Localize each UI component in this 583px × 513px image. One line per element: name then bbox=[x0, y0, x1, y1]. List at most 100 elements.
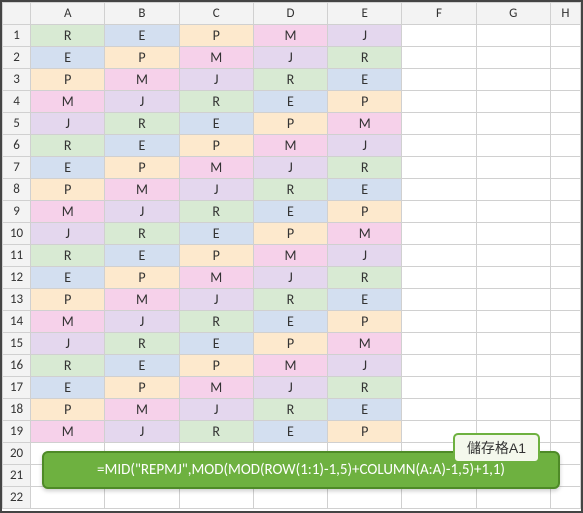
cell-H8[interactable] bbox=[550, 179, 580, 201]
cell-H15[interactable] bbox=[550, 333, 580, 355]
cell-H9[interactable] bbox=[550, 201, 580, 223]
cell-H10[interactable] bbox=[550, 223, 580, 245]
cell-E11[interactable]: J bbox=[328, 245, 402, 267]
cell-A19[interactable]: M bbox=[31, 421, 105, 443]
cell-G16[interactable] bbox=[476, 355, 550, 377]
row-header-22[interactable]: 22 bbox=[3, 487, 31, 509]
cell-C11[interactable]: P bbox=[179, 245, 253, 267]
row-header-8[interactable]: 8 bbox=[3, 179, 31, 201]
col-header-F[interactable]: F bbox=[402, 3, 476, 25]
cell-C3[interactable]: J bbox=[179, 69, 253, 91]
cell-D5[interactable]: P bbox=[253, 113, 327, 135]
col-header-H[interactable]: H bbox=[550, 3, 580, 25]
cell-B5[interactable]: R bbox=[105, 113, 179, 135]
cell-A9[interactable]: M bbox=[31, 201, 105, 223]
cell-G1[interactable] bbox=[476, 25, 550, 47]
cell-B9[interactable]: J bbox=[105, 201, 179, 223]
cell-A13[interactable]: P bbox=[31, 289, 105, 311]
cell-H1[interactable] bbox=[550, 25, 580, 47]
cell-A15[interactable]: J bbox=[31, 333, 105, 355]
cell-C9[interactable]: R bbox=[179, 201, 253, 223]
cell-F16[interactable] bbox=[402, 355, 476, 377]
cell-H5[interactable] bbox=[550, 113, 580, 135]
row-header-16[interactable]: 16 bbox=[3, 355, 31, 377]
cell-D15[interactable]: P bbox=[253, 333, 327, 355]
cell-E10[interactable]: M bbox=[328, 223, 402, 245]
cell-G5[interactable] bbox=[476, 113, 550, 135]
cell-F22[interactable] bbox=[402, 487, 476, 509]
cell-G15[interactable] bbox=[476, 333, 550, 355]
cell-C16[interactable]: P bbox=[179, 355, 253, 377]
cell-F8[interactable] bbox=[402, 179, 476, 201]
col-header-B[interactable]: B bbox=[105, 3, 179, 25]
cell-H3[interactable] bbox=[550, 69, 580, 91]
cell-D11[interactable]: M bbox=[253, 245, 327, 267]
cell-B12[interactable]: P bbox=[105, 267, 179, 289]
cell-C14[interactable]: R bbox=[179, 311, 253, 333]
cell-F17[interactable] bbox=[402, 377, 476, 399]
cell-H22[interactable] bbox=[550, 487, 580, 509]
col-header-A[interactable]: A bbox=[31, 3, 105, 25]
cell-F7[interactable] bbox=[402, 157, 476, 179]
cell-B14[interactable]: J bbox=[105, 311, 179, 333]
cell-G10[interactable] bbox=[476, 223, 550, 245]
cell-D6[interactable]: M bbox=[253, 135, 327, 157]
cell-B13[interactable]: M bbox=[105, 289, 179, 311]
row-header-18[interactable]: 18 bbox=[3, 399, 31, 421]
row-header-5[interactable]: 5 bbox=[3, 113, 31, 135]
cell-G2[interactable] bbox=[476, 47, 550, 69]
row-header-2[interactable]: 2 bbox=[3, 47, 31, 69]
cell-E4[interactable]: P bbox=[328, 91, 402, 113]
cell-D9[interactable]: E bbox=[253, 201, 327, 223]
cell-B19[interactable]: J bbox=[105, 421, 179, 443]
cell-B10[interactable]: R bbox=[105, 223, 179, 245]
row-header-7[interactable]: 7 bbox=[3, 157, 31, 179]
row-header-13[interactable]: 13 bbox=[3, 289, 31, 311]
cell-E2[interactable]: R bbox=[328, 47, 402, 69]
row-header-12[interactable]: 12 bbox=[3, 267, 31, 289]
cell-C12[interactable]: M bbox=[179, 267, 253, 289]
cell-G22[interactable] bbox=[476, 487, 550, 509]
cell-F13[interactable] bbox=[402, 289, 476, 311]
col-header-E[interactable]: E bbox=[328, 3, 402, 25]
row-header-3[interactable]: 3 bbox=[3, 69, 31, 91]
cell-D10[interactable]: P bbox=[253, 223, 327, 245]
cell-E5[interactable]: M bbox=[328, 113, 402, 135]
cell-A22[interactable] bbox=[31, 487, 105, 509]
col-header-G[interactable]: G bbox=[476, 3, 550, 25]
cell-F2[interactable] bbox=[402, 47, 476, 69]
row-header-4[interactable]: 4 bbox=[3, 91, 31, 113]
cell-D14[interactable]: E bbox=[253, 311, 327, 333]
cell-B11[interactable]: E bbox=[105, 245, 179, 267]
cell-A10[interactable]: J bbox=[31, 223, 105, 245]
cell-E15[interactable]: M bbox=[328, 333, 402, 355]
cell-A5[interactable]: J bbox=[31, 113, 105, 135]
cell-C22[interactable] bbox=[179, 487, 253, 509]
cell-B4[interactable]: J bbox=[105, 91, 179, 113]
cell-A14[interactable]: M bbox=[31, 311, 105, 333]
cell-C8[interactable]: J bbox=[179, 179, 253, 201]
cell-H2[interactable] bbox=[550, 47, 580, 69]
cell-C13[interactable]: J bbox=[179, 289, 253, 311]
cell-B1[interactable]: E bbox=[105, 25, 179, 47]
cell-B6[interactable]: E bbox=[105, 135, 179, 157]
cell-G18[interactable] bbox=[476, 399, 550, 421]
cell-A1[interactable]: R bbox=[31, 25, 105, 47]
cell-G9[interactable] bbox=[476, 201, 550, 223]
cell-D18[interactable]: R bbox=[253, 399, 327, 421]
cell-B16[interactable]: E bbox=[105, 355, 179, 377]
cell-B7[interactable]: P bbox=[105, 157, 179, 179]
cell-F4[interactable] bbox=[402, 91, 476, 113]
cell-E13[interactable]: E bbox=[328, 289, 402, 311]
cell-F12[interactable] bbox=[402, 267, 476, 289]
col-header-D[interactable]: D bbox=[253, 3, 327, 25]
cell-C1[interactable]: P bbox=[179, 25, 253, 47]
cell-A12[interactable]: E bbox=[31, 267, 105, 289]
cell-F15[interactable] bbox=[402, 333, 476, 355]
cell-F1[interactable] bbox=[402, 25, 476, 47]
row-header-6[interactable]: 6 bbox=[3, 135, 31, 157]
cell-E17[interactable]: R bbox=[328, 377, 402, 399]
cell-G11[interactable] bbox=[476, 245, 550, 267]
cell-H12[interactable] bbox=[550, 267, 580, 289]
cell-F6[interactable] bbox=[402, 135, 476, 157]
